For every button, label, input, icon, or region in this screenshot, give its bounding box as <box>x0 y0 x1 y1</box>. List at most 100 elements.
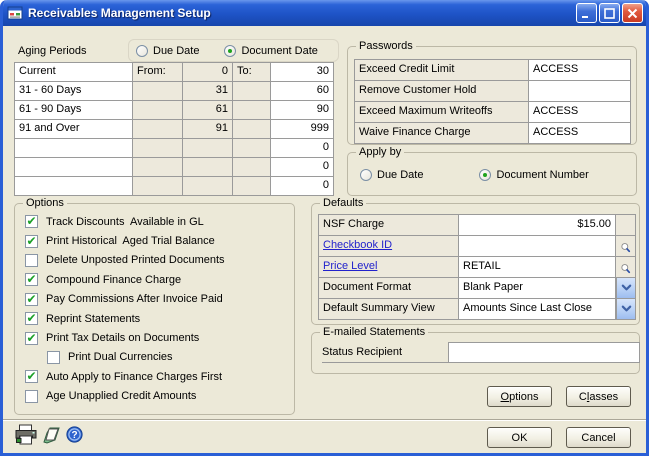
remove-customer-hold-password-input[interactable] <box>529 81 631 102</box>
maximize-button[interactable] <box>599 3 620 23</box>
minimize-button[interactable] <box>576 3 597 23</box>
aging-to-input[interactable]: 999 <box>271 120 334 139</box>
aging-name-input[interactable]: Current <box>15 63 133 82</box>
price-level-input[interactable]: RETAIL <box>459 257 616 278</box>
document-format-label: Document Format <box>319 278 459 299</box>
aging-from-value: 0 <box>183 63 233 82</box>
magnifier-icon <box>621 243 631 253</box>
password-row-label: Exceed Credit Limit <box>355 60 529 81</box>
option-print-dual-currencies[interactable]: ✔ Print Dual Currencies <box>25 348 290 367</box>
document-format-dropdown-button[interactable] <box>616 278 636 299</box>
apply-by-due-date-radio[interactable] <box>360 169 372 181</box>
aging-to-input[interactable]: 0 <box>271 177 334 196</box>
cancel-button[interactable]: Cancel <box>566 427 631 448</box>
options-group-label: Options <box>23 197 67 209</box>
delete-unposted-docs-checkbox[interactable]: ✔ <box>25 253 38 267</box>
default-summary-view-dropdown-button[interactable] <box>616 299 636 320</box>
pay-commissions-checkbox[interactable]: ✔ <box>25 292 38 306</box>
apply-by-document-number-label: Document Number <box>496 169 589 181</box>
print-button[interactable] <box>14 424 38 448</box>
age-unapplied-credits-checkbox[interactable]: ✔ <box>25 389 38 403</box>
checkbook-id-link[interactable]: Checkbook ID <box>323 239 392 251</box>
print-historical-atb-checkbox[interactable]: ✔ <box>25 234 38 248</box>
due-date-radio-option[interactable]: Due Date <box>136 44 200 57</box>
page-icon <box>43 427 60 444</box>
document-date-radio-label: Document Date <box>241 44 318 57</box>
option-reprint-statements[interactable]: ✔ Reprint Statements <box>25 309 290 328</box>
option-delete-unposted-docs[interactable]: ✔ Delete Unposted Printed Documents <box>25 251 290 270</box>
chevron-down-icon <box>621 305 631 312</box>
checkbook-id-lookup-button[interactable] <box>616 236 636 257</box>
aging-periods-label: Aging Periods <box>18 45 87 57</box>
svg-text:?: ? <box>71 430 77 441</box>
reprint-statements-checkbox[interactable]: ✔ <box>25 312 38 326</box>
note-button[interactable] <box>41 425 62 448</box>
passwords-group-label: Passwords <box>356 40 416 52</box>
print-tax-details-checkbox[interactable]: ✔ <box>25 331 38 345</box>
defaults-group: Defaults NSF Charge $15.00 Checkbook ID … <box>311 197 640 325</box>
option-print-tax-details[interactable]: ✔ Print Tax Details on Documents <box>25 328 290 347</box>
aging-name-input[interactable] <box>15 158 133 177</box>
printer-icon <box>15 424 37 445</box>
options-button[interactable]: Options <box>487 386 552 407</box>
apply-by-document-number-option[interactable]: Document Number <box>479 169 589 181</box>
footer-divider <box>3 419 646 421</box>
help-icon: ? <box>66 426 83 443</box>
aging-name-input[interactable] <box>15 177 133 196</box>
status-recipient-input[interactable] <box>448 342 640 363</box>
emailed-statements-group: E-mailed Statements Status Recipient <box>311 326 640 374</box>
due-date-radio-label: Due Date <box>153 44 200 57</box>
aging-to-input[interactable]: 30 <box>271 63 334 82</box>
apply-by-due-date-option[interactable]: Due Date <box>360 169 423 181</box>
price-level-link[interactable]: Price Level <box>323 260 377 272</box>
magnifier-icon <box>621 264 631 274</box>
password-row-label: Exceed Maximum Writeoffs <box>355 102 529 123</box>
aging-name-input[interactable]: 91 and Over <box>15 120 133 139</box>
document-date-radio-option[interactable]: Document Date <box>224 44 318 57</box>
option-age-unapplied-credits[interactable]: ✔ Age Unapplied Credit Amounts <box>25 387 290 406</box>
aging-from-value: 91 <box>183 120 233 139</box>
checkbook-id-input[interactable] <box>459 236 616 257</box>
option-pay-commissions[interactable]: ✔ Pay Commissions After Invoice Paid <box>25 290 290 309</box>
document-date-radio[interactable] <box>224 44 237 57</box>
aging-periods-table: Current From: 0 To: 30 31 - 60 Days 31 6… <box>14 62 334 196</box>
default-summary-view-dropdown[interactable]: Amounts Since Last Close <box>459 299 616 320</box>
price-level-lookup-button[interactable] <box>616 257 636 278</box>
apply-by-document-number-radio[interactable] <box>479 169 492 181</box>
aging-from-value: 31 <box>183 82 233 101</box>
track-discounts-checkbox[interactable]: ✔ <box>25 215 38 229</box>
password-row-label: Waive Finance Charge <box>355 123 529 144</box>
option-print-historical-atb[interactable]: ✔ Print Historical Aged Trial Balance <box>25 231 290 250</box>
classes-button[interactable]: Classes <box>566 386 631 407</box>
aging-to-input[interactable]: 0 <box>271 158 334 177</box>
app-icon <box>7 5 23 21</box>
nsf-charge-input[interactable]: $15.00 <box>459 215 616 236</box>
exceed-credit-limit-password-input[interactable]: ACCESS <box>529 60 631 81</box>
from-column-label: From: <box>133 63 183 82</box>
exceed-maximum-writeoffs-password-input[interactable]: ACCESS <box>529 102 631 123</box>
print-dual-currencies-checkbox[interactable]: ✔ <box>47 350 60 364</box>
chevron-down-icon <box>621 284 631 291</box>
aging-name-input[interactable]: 31 - 60 Days <box>15 82 133 101</box>
default-summary-view-label: Default Summary View <box>319 299 459 320</box>
due-date-radio[interactable] <box>136 44 148 57</box>
option-auto-apply-finance-charges[interactable]: ✔ Auto Apply to Finance Charges First <box>25 367 290 386</box>
aging-name-input[interactable] <box>15 139 133 158</box>
compound-finance-charge-checkbox[interactable]: ✔ <box>25 273 38 287</box>
option-track-discounts[interactable]: ✔ Track Discounts Available in GL <box>25 212 290 231</box>
aging-to-input[interactable]: 90 <box>271 101 334 120</box>
document-format-dropdown[interactable]: Blank Paper <box>459 278 616 299</box>
aging-from-value <box>183 177 233 196</box>
apply-by-group-label: Apply by <box>356 146 405 158</box>
auto-apply-finance-charges-checkbox[interactable]: ✔ <box>25 370 38 384</box>
help-button[interactable]: ? <box>66 426 83 446</box>
window-title: Receivables Management Setup <box>28 6 211 20</box>
aging-to-input[interactable]: 0 <box>271 139 334 158</box>
password-row-label: Remove Customer Hold <box>355 81 529 102</box>
close-button[interactable] <box>622 3 643 23</box>
waive-finance-charge-password-input[interactable]: ACCESS <box>529 123 631 144</box>
ok-button[interactable]: OK <box>487 427 552 448</box>
aging-name-input[interactable]: 61 - 90 Days <box>15 101 133 120</box>
aging-to-input[interactable]: 60 <box>271 82 334 101</box>
option-compound-finance-charge[interactable]: ✔ Compound Finance Charge <box>25 270 290 289</box>
